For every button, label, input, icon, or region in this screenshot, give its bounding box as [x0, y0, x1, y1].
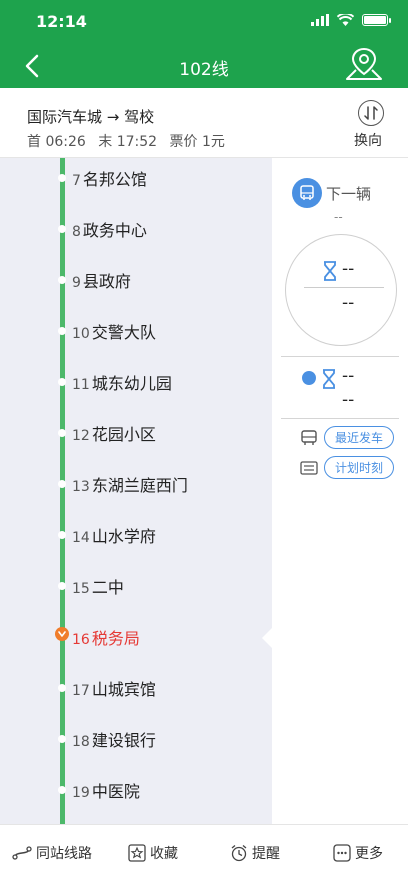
last-bus-time: 末 17:52 — [98, 134, 158, 150]
station-name: 城东幼儿园 — [91, 374, 172, 393]
swap-icon — [358, 100, 384, 126]
station-dot — [58, 786, 66, 794]
map-location-icon[interactable] — [344, 46, 384, 82]
station-item[interactable]: 13 东湖兰庭西门 — [0, 464, 272, 515]
station-item[interactable]: 15 二中 — [0, 566, 272, 617]
arrival-eta: -- — [342, 259, 355, 279]
station-dot — [58, 378, 66, 386]
tab-remind[interactable]: 提醒 — [230, 843, 280, 863]
latest-depart-row[interactable]: 最近发车 — [300, 426, 395, 449]
next-bus-sub: -- — [334, 210, 343, 224]
second-bus-distance: -- — [342, 390, 355, 410]
schedule-button[interactable]: 计划时刻 — [324, 456, 395, 479]
station-name: 名邦公馆 — [82, 170, 147, 189]
tab-label: 同站线路 — [36, 846, 92, 862]
station-item-current[interactable]: 16 税务局 — [0, 617, 272, 668]
station-item[interactable]: 11 城东幼儿园 — [0, 362, 272, 413]
station-item[interactable]: 18 建设银行 — [0, 719, 272, 770]
route-meta: 首 06:26 末 17:52 票价 1元 — [27, 131, 233, 151]
bus-dot-icon — [302, 371, 316, 385]
station-name: 建设银行 — [91, 731, 156, 750]
bus-outline-icon — [301, 429, 317, 445]
station-dot — [58, 684, 66, 692]
tab-same-station-lines[interactable]: 同站线路 — [12, 843, 92, 863]
next-bus-header: 下一辆 — [292, 178, 371, 208]
divider — [281, 418, 399, 419]
signal-icon — [311, 14, 329, 26]
arrival-circle: -- -- — [285, 234, 397, 346]
tab-label: 收藏 — [150, 846, 178, 862]
station-name: 交警大队 — [91, 323, 156, 342]
route-info: 国际汽车城 → 驾校 首 06:26 末 17:52 票价 1元 换向 — [0, 88, 408, 158]
station-dot — [58, 480, 66, 488]
station-dot — [58, 174, 66, 182]
status-icons — [311, 14, 391, 26]
station-list[interactable]: 7 名邦公馆 8 政务中心 9 县政府 10 交警大队 11 城东幼儿园 12 花园小区 1… — [0, 158, 272, 824]
station-dot — [58, 582, 66, 590]
station-name: 税务局 — [91, 629, 140, 648]
hourglass-icon — [324, 261, 336, 281]
tab-label: 更多 — [355, 846, 383, 862]
arrival-distance: -- — [342, 293, 355, 313]
more-icon — [333, 844, 351, 862]
wifi-icon — [337, 14, 354, 26]
switch-direction-label: 换向 — [354, 133, 382, 149]
fare: 票价 1元 — [169, 134, 225, 150]
latest-depart-button[interactable]: 最近发车 — [324, 426, 395, 449]
station-item[interactable]: 8 政务中心 — [0, 209, 272, 260]
route-direction: 国际汽车城 → 驾校 — [27, 108, 155, 126]
second-bus-eta: -- — [342, 366, 355, 386]
station-item[interactable]: 10 交警大队 — [0, 311, 272, 362]
first-bus-time: 首 06:26 — [27, 134, 86, 150]
station-dot — [58, 429, 66, 437]
station-item[interactable]: 12 花园小区 — [0, 413, 272, 464]
divider — [281, 356, 399, 357]
station-dot — [58, 225, 66, 233]
selected-pointer — [262, 628, 272, 648]
tab-more[interactable]: 更多 — [333, 843, 383, 863]
next-bus-label: 下一辆 — [326, 184, 372, 203]
route-icon — [12, 846, 32, 860]
schedule-row[interactable]: 计划时刻 — [300, 456, 395, 479]
station-name: 中医院 — [91, 782, 140, 801]
station-item[interactable]: 17 山城宾馆 — [0, 668, 272, 719]
station-item[interactable]: 7 名邦公馆 — [0, 158, 272, 209]
arrival-panel: 下一辆 -- -- -- -- -- 最近发车 计划时刻 — [272, 158, 408, 824]
alarm-clock-icon — [231, 845, 247, 862]
list-icon — [300, 460, 318, 475]
station-name: 政务中心 — [82, 221, 147, 240]
station-name: 花园小区 — [91, 425, 156, 444]
star-icon — [128, 844, 146, 862]
bus-icon — [292, 178, 322, 208]
station-item[interactable]: 19 中医院 — [0, 770, 272, 821]
tab-favorite[interactable]: 收藏 — [128, 843, 178, 863]
bottom-tab-bar: 同站线路 收藏 提醒 更多 — [0, 824, 408, 883]
station-item[interactable]: 9 县政府 — [0, 260, 272, 311]
battery-icon — [362, 14, 391, 26]
app-header: 12:14 102线 — [0, 0, 408, 88]
station-name: 二中 — [91, 578, 124, 597]
hourglass-icon — [323, 369, 335, 389]
circle-divider — [304, 287, 384, 288]
station-item[interactable]: 14 山水学府 — [0, 515, 272, 566]
station-dot — [58, 531, 66, 539]
current-station-marker-icon — [55, 627, 69, 641]
station-name: 县政府 — [82, 272, 131, 291]
status-time: 12:14 — [36, 12, 87, 31]
station-dot — [58, 327, 66, 335]
station-name: 东湖兰庭西门 — [91, 476, 188, 495]
switch-direction-button[interactable]: 换向 — [354, 100, 386, 150]
station-name: 山水学府 — [91, 527, 156, 546]
station-dot — [58, 735, 66, 743]
station-dot — [58, 276, 66, 284]
station-name: 山城宾馆 — [91, 680, 156, 699]
tab-label: 提醒 — [252, 846, 280, 862]
